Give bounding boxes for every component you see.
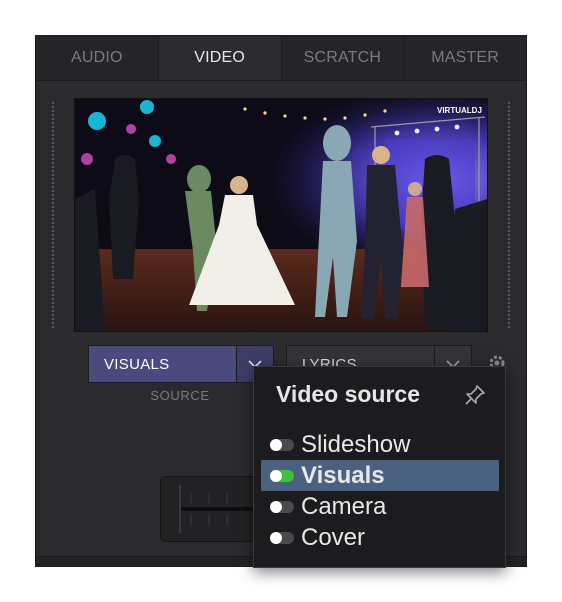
video-preview-image: VIRTUALDJ bbox=[75, 99, 487, 331]
option-label: Cover bbox=[301, 523, 366, 551]
crossfader[interactable] bbox=[160, 476, 258, 542]
right-dotted-divider bbox=[508, 102, 510, 328]
option-cover[interactable]: Cover bbox=[261, 522, 499, 553]
option-visuals[interactable]: Visuals bbox=[261, 460, 499, 491]
tab-scratch[interactable]: SCRATCH bbox=[282, 36, 405, 80]
source-select-value: VISUALS bbox=[89, 346, 236, 382]
deck-tabs: AUDIO VIDEO SCRATCH MASTER bbox=[36, 36, 526, 81]
fader-track bbox=[179, 485, 257, 533]
popup-title: Video source bbox=[276, 381, 421, 407]
left-dotted-divider bbox=[52, 102, 54, 328]
source-caption: SOURCE bbox=[150, 388, 210, 403]
video-source-popup: Video source Slideshow Visuals Camera Co… bbox=[253, 366, 506, 568]
source-select[interactable]: VISUALS bbox=[88, 345, 274, 383]
toggle-off-icon bbox=[270, 438, 294, 451]
toggle-off-icon bbox=[270, 500, 294, 513]
video-preview: VIRTUALDJ bbox=[74, 98, 488, 332]
option-label: Visuals bbox=[301, 461, 385, 489]
tab-master[interactable]: MASTER bbox=[404, 36, 526, 80]
tab-video[interactable]: VIDEO bbox=[158, 36, 282, 80]
watermark-text: VIRTUALDJ bbox=[437, 106, 482, 115]
option-label: Slideshow bbox=[301, 430, 411, 458]
option-camera[interactable]: Camera bbox=[261, 491, 499, 522]
pin-icon[interactable] bbox=[463, 383, 487, 412]
option-label: Camera bbox=[301, 492, 387, 520]
toggle-off-icon bbox=[270, 531, 294, 544]
option-slideshow[interactable]: Slideshow bbox=[261, 429, 499, 460]
toggle-on-icon bbox=[270, 469, 294, 482]
tab-audio[interactable]: AUDIO bbox=[36, 36, 159, 80]
